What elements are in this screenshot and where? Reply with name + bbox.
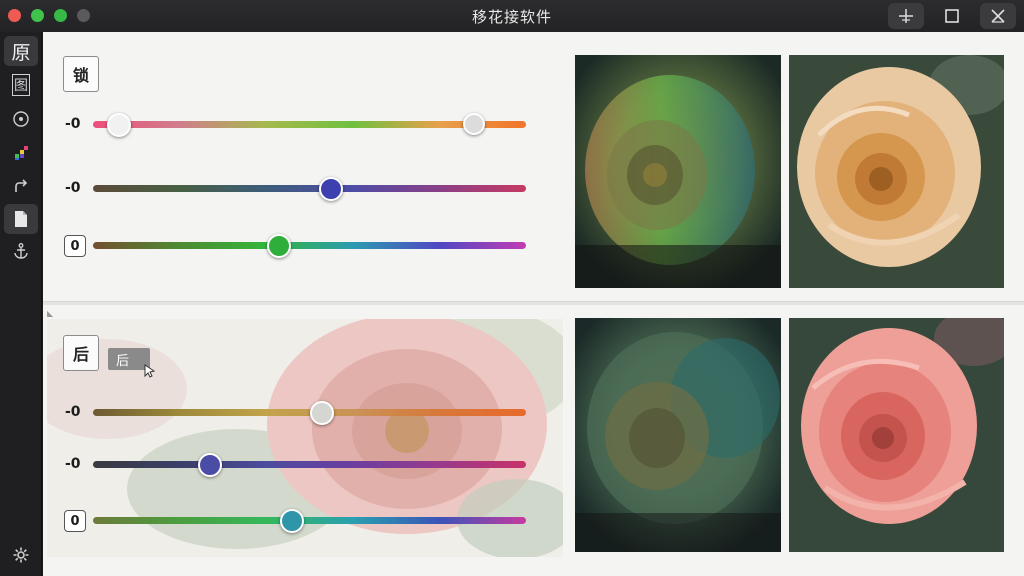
title-bar: 移花接软件 bbox=[0, 0, 1024, 32]
palette-icon bbox=[15, 146, 28, 160]
target-photo-preview bbox=[789, 55, 1004, 288]
lightness-slider-thumb[interactable] bbox=[267, 234, 292, 258]
sidebar-item-document[interactable] bbox=[4, 204, 38, 234]
cursor-icon bbox=[144, 364, 156, 378]
slider-value-label: -0 bbox=[65, 404, 81, 420]
source-photo-result bbox=[575, 318, 781, 552]
saturation-slider-track[interactable] bbox=[93, 461, 526, 468]
anchor-icon bbox=[14, 243, 28, 259]
sidebar-item-share[interactable] bbox=[4, 172, 38, 202]
hue-slider-track[interactable] bbox=[93, 121, 526, 128]
sidebar-item-palette[interactable] bbox=[4, 138, 38, 168]
hue-slider-thumb[interactable] bbox=[106, 113, 131, 137]
target-photo-result bbox=[789, 318, 1004, 552]
sidebar: 原 图 bbox=[0, 32, 42, 576]
top-panel: 锁 -0 -0 0 bbox=[43, 32, 1024, 302]
maximize-icon bbox=[945, 9, 959, 23]
pin-button[interactable] bbox=[888, 3, 924, 29]
saturation-slider-track[interactable] bbox=[93, 185, 526, 192]
lock-label: 锁 bbox=[72, 66, 89, 85]
slider-value-label: -0 bbox=[65, 456, 81, 472]
sidebar-item-label: 原 bbox=[11, 41, 31, 64]
maximize-button[interactable] bbox=[934, 3, 970, 29]
slider-value-label: -0 bbox=[65, 116, 81, 132]
sidebar-item-label: 图 bbox=[12, 74, 30, 96]
saturation-slider-thumb[interactable] bbox=[319, 177, 344, 201]
compass-icon bbox=[13, 111, 29, 127]
lock-button[interactable]: 锁 bbox=[63, 56, 99, 92]
after-tag-label: 后 bbox=[116, 353, 130, 369]
sidebar-item-compass[interactable] bbox=[4, 104, 38, 134]
sidebar-item-image[interactable]: 图 bbox=[4, 70, 38, 100]
saturation-slider-thumb[interactable] bbox=[197, 453, 222, 477]
window-title: 移花接软件 bbox=[471, 8, 552, 26]
after-label: 后 bbox=[72, 345, 89, 364]
main-area: 锁 -0 -0 0 ◣ 后 后 -0 -0 0 bbox=[43, 32, 1024, 576]
settings-button[interactable] bbox=[4, 540, 38, 570]
sidebar-item-original[interactable]: 原 bbox=[4, 36, 38, 66]
pin-icon bbox=[899, 9, 913, 23]
close-icon bbox=[991, 9, 1005, 23]
slider-value-label: -0 bbox=[65, 180, 81, 196]
sidebar-item-anchor[interactable] bbox=[4, 236, 38, 266]
source-photo-preview bbox=[575, 55, 781, 288]
slider-value-label: 0 bbox=[64, 510, 86, 532]
bottom-panel: ◣ 后 后 -0 -0 0 bbox=[43, 305, 1024, 576]
slider-value-label: 0 bbox=[64, 235, 86, 257]
close-button[interactable] bbox=[980, 3, 1016, 29]
lightness-slider-track[interactable] bbox=[93, 517, 526, 524]
share-icon bbox=[15, 179, 28, 192]
document-icon bbox=[15, 211, 27, 227]
after-button[interactable]: 后 bbox=[63, 335, 99, 371]
lightness-slider-track[interactable] bbox=[93, 242, 526, 249]
hue-slider-thumb-end[interactable] bbox=[463, 113, 486, 135]
lightness-slider-thumb[interactable] bbox=[280, 509, 305, 533]
gear-icon bbox=[13, 547, 29, 563]
resize-grip-icon: ◣ bbox=[47, 309, 54, 318]
